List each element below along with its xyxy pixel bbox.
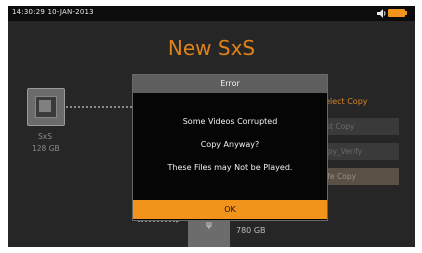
status-bar: 14:30:29 10-JAN-2013: [8, 6, 415, 21]
ok-button[interactable]: OK: [133, 200, 327, 219]
source-device-label: SxS: [38, 132, 52, 141]
usb-drive-icon: ψ: [206, 220, 212, 230]
source-device-capacity: 128 GB: [32, 144, 60, 153]
dialog-title: Error: [133, 75, 327, 93]
error-dialog: Error Some Videos Corrupted Copy Anyway?…: [132, 74, 328, 221]
status-datetime: 14:30:29 10-JAN-2013: [12, 8, 94, 16]
target-drive-capacity: 780 GB: [236, 226, 266, 235]
dialog-warning: These Files may Not be Played.: [167, 163, 293, 172]
battery-icon: [388, 9, 405, 17]
page-title: New SxS: [167, 36, 256, 60]
sxs-card-screen: [39, 100, 51, 112]
connection-dots-top: [66, 106, 132, 108]
sxs-card-icon[interactable]: [27, 88, 65, 126]
device-screen: 14:30:29 10-JAN-2013 New SxS SxS 128 GB …: [8, 6, 415, 247]
battery-tip: [405, 11, 407, 15]
dialog-question: Copy Anyway?: [200, 140, 260, 149]
dialog-message: Some Videos Corrupted: [182, 117, 278, 126]
speaker-icon: [377, 9, 386, 18]
